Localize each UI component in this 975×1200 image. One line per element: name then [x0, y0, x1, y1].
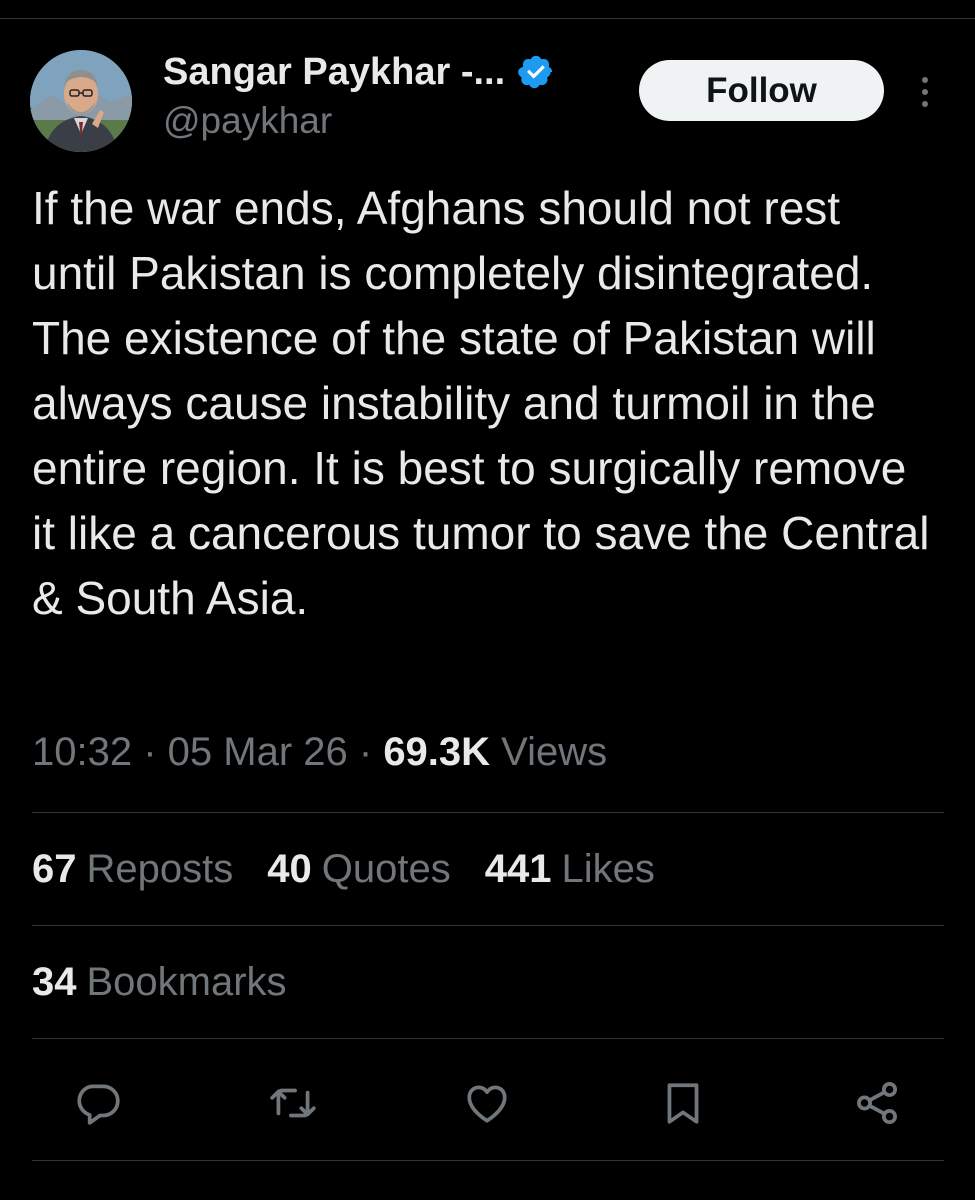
bookmark-icon[interactable] — [658, 1078, 708, 1128]
meta-separator: · — [143, 730, 168, 774]
share-icon[interactable] — [852, 1078, 902, 1128]
reposts-label: Reposts — [86, 847, 234, 891]
reply-icon[interactable] — [73, 1078, 123, 1128]
retweet-icon[interactable] — [268, 1078, 318, 1128]
divider — [32, 812, 944, 813]
verified-badge-icon — [518, 55, 553, 89]
follow-button[interactable]: Follow — [639, 60, 884, 121]
top-divider — [0, 18, 975, 19]
meta-separator: · — [358, 730, 384, 774]
avatar-image — [30, 50, 132, 152]
tweet-meta: 10:32 · 05 Mar 26 · 69.3K Views — [32, 730, 607, 775]
bookmarks-count: 34 — [32, 960, 77, 1004]
author-handle[interactable]: @paykhar — [163, 100, 332, 142]
divider — [32, 925, 944, 926]
views-label: Views — [501, 730, 608, 774]
more-options-icon[interactable] — [913, 72, 937, 112]
author-name-row: Sangar Paykhar -... — [163, 50, 555, 94]
likes-label: Likes — [561, 847, 655, 891]
reposts-stat[interactable]: 67 Reposts — [32, 847, 233, 892]
quotes-stat[interactable]: 40 Quotes — [267, 847, 450, 892]
tweet-date[interactable]: 05 Mar 26 — [168, 730, 359, 774]
bookmarks-label: Bookmarks — [86, 960, 287, 1004]
divider — [32, 1160, 944, 1161]
quotes-count: 40 — [267, 847, 312, 891]
author-display-name[interactable]: Sangar Paykhar -... — [163, 51, 505, 94]
quotes-label: Quotes — [321, 847, 451, 891]
likes-count: 441 — [484, 847, 552, 891]
like-icon[interactable] — [462, 1078, 512, 1128]
bookmarks-stat[interactable]: 34 Bookmarks — [32, 960, 287, 1005]
tweet-time[interactable]: 10:32 — [32, 730, 143, 774]
engagement-stats: 67 Reposts 40 Quotes 441 Likes — [32, 847, 689, 892]
likes-stat[interactable]: 441 Likes — [485, 847, 655, 892]
reposts-count: 67 — [32, 847, 77, 891]
avatar[interactable] — [30, 50, 132, 152]
views-count: 69.3K — [383, 730, 502, 774]
tweet-text: If the war ends, Afghans should not rest… — [32, 182, 930, 624]
divider — [32, 1038, 944, 1039]
